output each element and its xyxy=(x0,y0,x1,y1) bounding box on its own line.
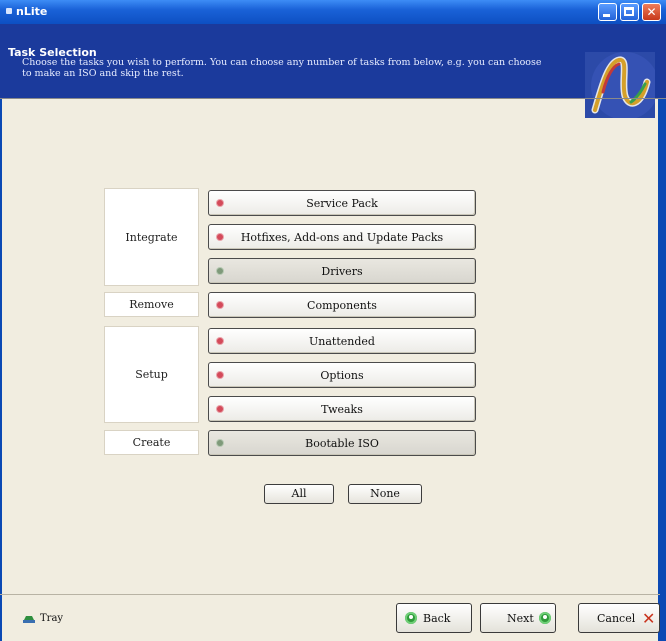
header-divider xyxy=(0,98,666,99)
maximize-icon xyxy=(624,7,634,16)
task-label: Options xyxy=(320,369,364,382)
category-setup: Setup xyxy=(104,326,199,423)
task-hotfixes-button[interactable]: Hotfixes, Add-ons and Update Packs xyxy=(208,224,476,250)
cancel-x-icon: ✕ xyxy=(642,609,656,628)
task-drivers-button[interactable]: Drivers xyxy=(208,258,476,284)
tray-label: Tray xyxy=(40,613,64,624)
window-title: nLite xyxy=(16,5,48,18)
category-create: Create xyxy=(104,430,199,455)
category-remove: Remove xyxy=(104,292,199,317)
title-bar[interactable]: nLite ✕ xyxy=(0,0,666,24)
tray-link[interactable]: Tray xyxy=(22,613,63,624)
task-label: Service Pack xyxy=(306,197,378,210)
task-components-button[interactable]: Components xyxy=(208,292,476,318)
task-bootable-iso-button[interactable]: Bootable ISO xyxy=(208,430,476,456)
task-label: Bootable ISO xyxy=(305,437,379,450)
app-icon xyxy=(6,8,12,14)
task-label: Tweaks xyxy=(321,403,363,416)
category-label: Integrate xyxy=(125,230,178,244)
back-label: Back xyxy=(423,612,451,625)
next-label: Next xyxy=(507,612,534,625)
category-label: Setup xyxy=(135,368,168,381)
task-label: Hotfixes, Add-ons and Update Packs xyxy=(240,231,444,244)
page-header: Task Selection Choose the tasks you wish… xyxy=(0,24,666,118)
select-none-button[interactable]: None xyxy=(348,484,422,504)
task-unattended-button[interactable]: Unattended xyxy=(208,328,476,354)
page-description: Choose the tasks you wish to perform. Yo… xyxy=(22,57,542,79)
nlite-logo-icon xyxy=(585,52,655,118)
cancel-button[interactable]: Cancel ✕ xyxy=(578,603,660,633)
task-label: Drivers xyxy=(321,265,363,278)
task-label: Unattended xyxy=(309,335,375,348)
back-icon xyxy=(405,612,417,624)
next-icon xyxy=(539,612,551,624)
close-button[interactable]: ✕ xyxy=(642,3,661,21)
cancel-label: Cancel xyxy=(597,612,636,625)
category-integrate: Integrate xyxy=(104,188,199,286)
task-options-button[interactable]: Options xyxy=(208,362,476,388)
footer-divider xyxy=(0,594,660,595)
task-label: Components xyxy=(307,299,377,312)
minimize-button[interactable] xyxy=(598,3,617,21)
back-button[interactable]: Back xyxy=(396,603,472,633)
minimize-icon xyxy=(603,14,610,17)
tray-icon xyxy=(23,616,35,623)
close-icon: ✕ xyxy=(646,5,657,19)
next-button[interactable]: Next xyxy=(480,603,556,633)
task-service-pack-button[interactable]: Service Pack xyxy=(208,190,476,216)
select-all-button[interactable]: All xyxy=(264,484,334,504)
task-tweaks-button[interactable]: Tweaks xyxy=(208,396,476,422)
category-label: Remove xyxy=(129,298,174,311)
category-label: Create xyxy=(132,436,171,449)
maximize-button[interactable] xyxy=(620,3,639,21)
